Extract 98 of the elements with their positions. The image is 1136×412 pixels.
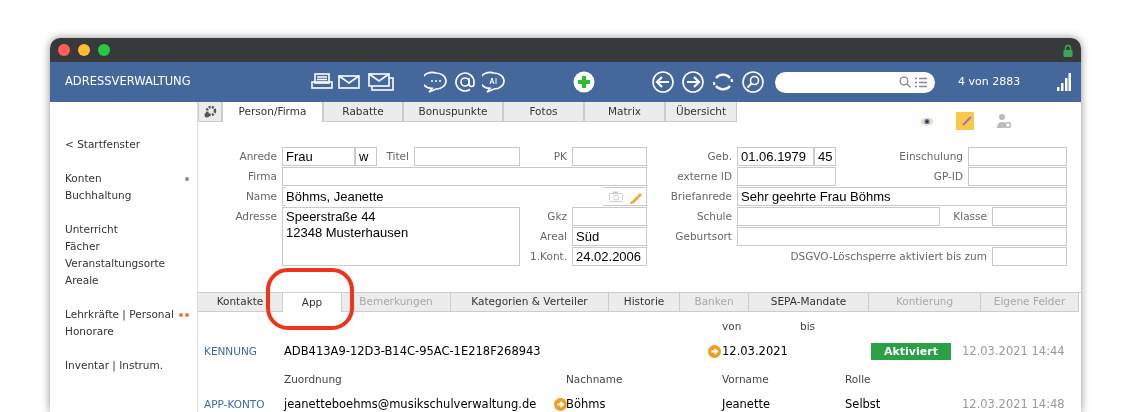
field-label: Schule — [695, 208, 733, 224]
sidebar-item[interactable]: Areale — [65, 272, 99, 289]
input-field[interactable]: 01.06.1979 — [737, 147, 814, 166]
input-field[interactable] — [992, 207, 1067, 226]
field-label: Geb. — [706, 148, 733, 164]
zoom-button[interactable] — [98, 44, 110, 56]
address-field[interactable]: Speerstraße 44 12348 Musterhausen — [282, 207, 520, 266]
tab[interactable]: Kategorien & Verteiler — [451, 293, 609, 312]
column-header: Vorname — [722, 372, 770, 387]
field-label: Einschulung — [898, 148, 964, 164]
input-field[interactable] — [282, 167, 647, 186]
field-label: externe ID — [676, 168, 733, 184]
input-field[interactable] — [968, 147, 1067, 166]
sticky-note-icon[interactable] — [956, 112, 974, 130]
column-header: von — [722, 319, 743, 334]
tab[interactable]: Kontakte — [198, 293, 283, 312]
sidebar-item[interactable]: Inventar | Instrum. — [65, 357, 164, 374]
app-title: ADRESSVERWALTUNG — [64, 73, 192, 91]
at-sign-icon[interactable] — [454, 71, 476, 93]
input-field[interactable]: Frau — [282, 147, 355, 166]
email-value: jeanetteboehms@musikschulverwaltung.de — [284, 395, 538, 412]
field-label: Gkz — [546, 208, 568, 224]
status-badge: Aktiviert — [871, 342, 951, 360]
column-header: Nachname — [566, 372, 624, 387]
tab[interactable]: SEPA-Mandate — [749, 293, 869, 312]
field-label: Name — [245, 188, 278, 204]
timestamp: 12.03.2021 14:44 — [962, 342, 1066, 360]
input-field[interactable]: Sehr geehrte Frau Böhms — [737, 187, 1067, 206]
chat-bubble-icon[interactable] — [482, 71, 506, 93]
sidebar-item[interactable]: Fächer — [65, 238, 100, 255]
field-label: Briefanrede — [669, 188, 733, 204]
sidebar-item[interactable]: Buchhaltung — [65, 187, 132, 204]
tab[interactable]: Bonuspunkte — [403, 102, 503, 122]
column-header: bis — [800, 319, 817, 334]
signal-bars-icon — [1057, 73, 1071, 91]
envelope-icon[interactable] — [338, 74, 360, 90]
sidebar-item[interactable]: Unterricht — [65, 221, 118, 238]
first-name-value: Jeanette — [722, 395, 771, 412]
minimize-button[interactable] — [78, 44, 90, 56]
field-label: GP-ID — [932, 168, 964, 184]
date-value: 12.03.2021 — [722, 342, 789, 360]
field-label: Klasse — [952, 208, 988, 224]
field-label: Anrede — [238, 148, 278, 164]
tab[interactable]: Matrix — [584, 102, 665, 122]
sidebar-item[interactable]: Veranstaltungsorte — [65, 255, 166, 272]
record-counter: 4 von 2883 — [958, 73, 1021, 90]
tab[interactable]: Fotos — [503, 102, 584, 122]
sidebar-item[interactable]: < Startfenster — [65, 136, 140, 153]
search-field[interactable] — [775, 71, 935, 93]
row-label: KENNUNG — [204, 343, 258, 359]
tab[interactable]: Historie — [609, 293, 680, 312]
input-field[interactable]: Süd — [572, 227, 647, 246]
tab[interactable]: Übersicht — [665, 102, 737, 122]
timestamp: 12.03.2021 14:48 — [962, 395, 1066, 412]
input-field[interactable] — [992, 247, 1067, 266]
list-icon[interactable] — [915, 76, 927, 88]
field-label: Adresse — [234, 209, 278, 224]
close-button[interactable] — [58, 44, 70, 56]
input-field[interactable] — [572, 147, 647, 166]
field-label: PK — [552, 148, 568, 164]
identifier-value: ADB413A9-12D3-B14C-95AC-1E218F268943 — [284, 342, 542, 360]
field-label: Geburtsort — [674, 228, 733, 244]
field-label: Firma — [247, 168, 278, 184]
input-field[interactable]: w — [355, 147, 377, 166]
settings-icon[interactable] — [198, 102, 222, 122]
sidebar-item[interactable]: Honorare — [65, 323, 114, 340]
lock-icon — [1063, 43, 1073, 57]
column-header: Rolle — [845, 372, 872, 387]
tab[interactable]: Rabatte — [323, 102, 403, 122]
field-label: 1.Kont. — [529, 248, 568, 264]
input-field[interactable]: 45 — [814, 147, 836, 166]
sidebar-item[interactable]: Konten — [65, 170, 102, 187]
input-field[interactable]: 24.02.2006 — [572, 247, 647, 266]
input-field[interactable] — [968, 167, 1067, 186]
sidebar-item[interactable]: Lehrkräfte | Personal — [65, 306, 174, 323]
field-label: DSGVO-Löschsperre aktiviert bis zum — [789, 248, 988, 264]
row-label: APP-KONTO — [204, 396, 266, 412]
input-field[interactable] — [737, 207, 940, 226]
tab[interactable]: Person/Firma — [222, 102, 323, 122]
role-value: Selbst — [845, 395, 882, 412]
printer-icon[interactable] — [310, 72, 334, 92]
input-field[interactable] — [737, 227, 1067, 246]
eye-icon[interactable] — [920, 116, 934, 126]
envelopes-icon[interactable] — [368, 73, 394, 91]
search-icon[interactable] — [741, 70, 765, 94]
arrow-right-icon[interactable] — [708, 344, 721, 358]
field-label: Areal — [538, 228, 568, 244]
plus-icon[interactable] — [572, 70, 596, 94]
input-field[interactable] — [572, 207, 647, 226]
column-header: Zuordnung — [284, 372, 343, 387]
person-gear-icon[interactable] — [996, 113, 1012, 129]
input-field[interactable] — [414, 147, 520, 166]
field-label: Titel — [385, 148, 410, 164]
arrow-right-icon[interactable] — [554, 397, 567, 411]
search-icon[interactable] — [899, 76, 911, 88]
input-field[interactable] — [737, 167, 836, 186]
input-field[interactable]: Böhms, Jeanette — [282, 187, 647, 206]
last-name-value: Böhms — [566, 395, 607, 412]
